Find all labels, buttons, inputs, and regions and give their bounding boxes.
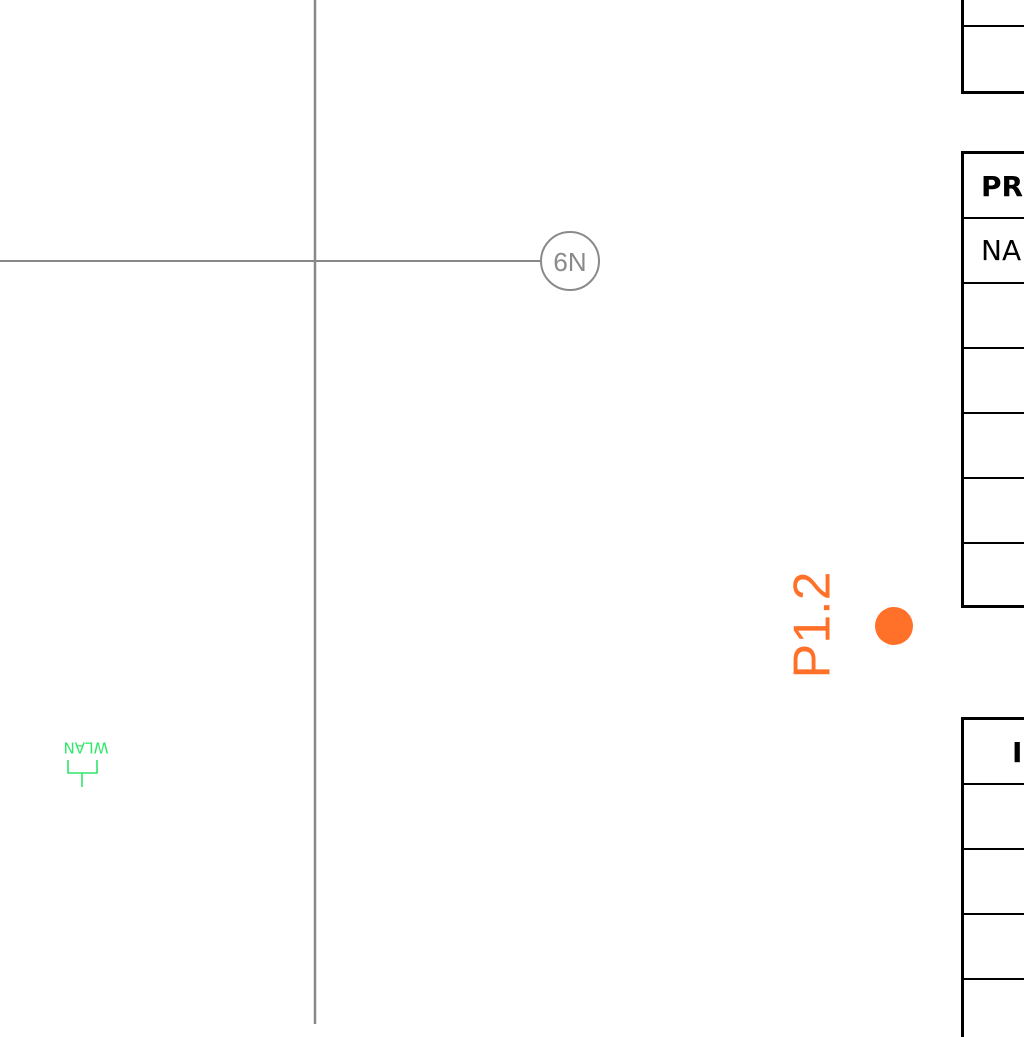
grid-bubble-label: N9 (553, 247, 586, 277)
table-row-divider (964, 978, 1024, 980)
wlan-label: WLAN (63, 739, 108, 757)
info-table: II (961, 717, 1024, 1037)
table-row-divider (964, 783, 1024, 785)
title-block-name-label: NA (981, 234, 1022, 267)
table-row-divider (964, 477, 1024, 479)
top-table (961, 0, 1024, 94)
table-row-divider (964, 913, 1024, 915)
grid-bubble: N9 (540, 231, 600, 291)
table-row-divider (964, 848, 1024, 850)
table-row-divider (964, 542, 1024, 544)
wlan-access-point-icon: WLAN (63, 739, 109, 787)
title-block-header: PRU (981, 170, 1024, 203)
point-marker-label: P1.2 (784, 572, 842, 679)
table-row-divider (964, 412, 1024, 414)
table-row-divider (964, 347, 1024, 349)
floor-plan-canvas: N9 P1.2 WLAN (0, 0, 913, 1024)
table-row-divider (964, 25, 1024, 27)
table-row-divider (964, 217, 1024, 219)
info-table-header: II (1012, 736, 1024, 769)
point-marker-dot[interactable] (875, 607, 913, 645)
title-block-table: PRU NA (961, 151, 1024, 608)
table-row-divider (964, 282, 1024, 284)
